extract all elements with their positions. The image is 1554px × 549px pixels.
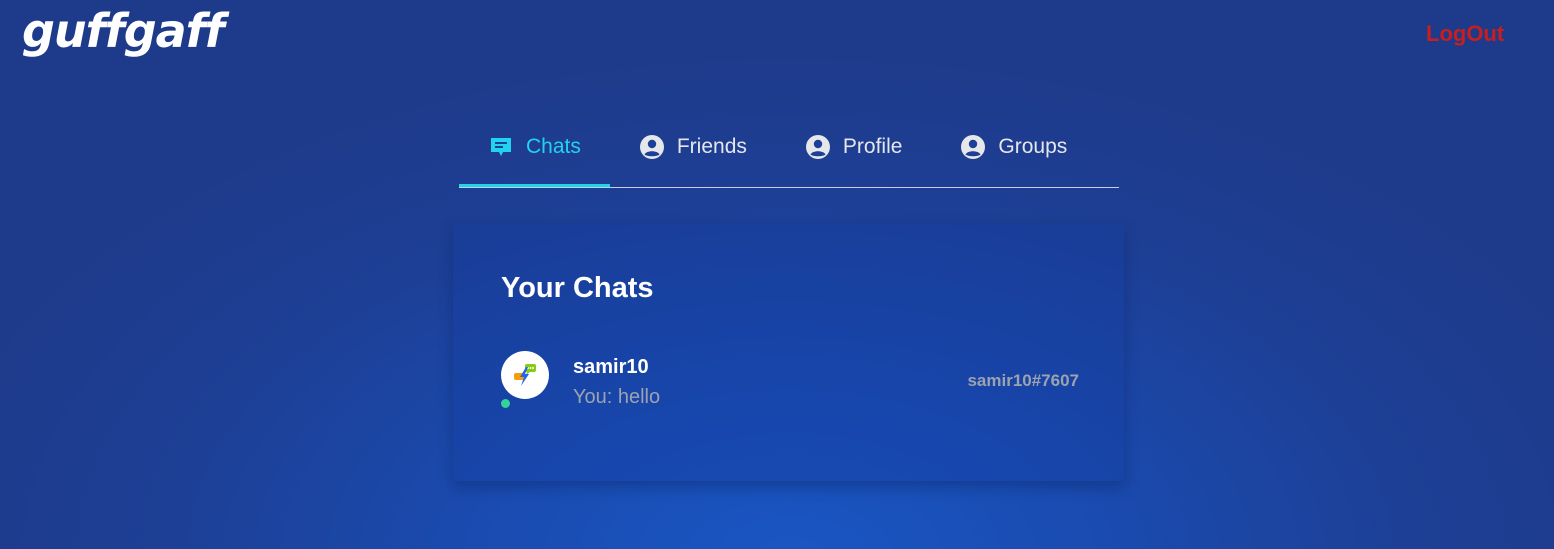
app-logo: guffgaff [22,4,225,58]
chat-icon [488,134,514,160]
avatar [501,351,549,399]
main-tabs: Chats Friends Profile Groups [459,108,1119,188]
tab-groups-label: Groups [998,135,1068,158]
chats-card: Your Chats samir10 You: hello samir10#76… [453,224,1124,481]
chat-contact-tag: samir10#7607 [967,371,1079,390]
user-circle-icon [805,134,831,160]
tab-friends[interactable]: Friends [610,108,776,186]
tab-profile[interactable]: Profile [776,108,932,186]
tab-profile-label: Profile [842,135,903,158]
chat-app-logo-icon [514,364,536,386]
chat-last-message: You: hello [573,386,661,408]
tab-groups[interactable]: Groups [931,108,1096,186]
chats-title: Your Chats [501,272,654,304]
tab-chats-label: Chats [526,135,581,158]
user-circle-icon [639,134,665,160]
online-status-indicator [501,399,510,408]
tab-friends-label: Friends [676,135,747,158]
tab-chats[interactable]: Chats [459,108,610,187]
chat-list-item[interactable]: samir10 You: hello samir10#7607 [499,348,1079,412]
chat-contact-name: samir10 [573,356,649,378]
logout-button[interactable]: LogOut [1426,20,1504,48]
user-circle-icon [960,134,986,160]
